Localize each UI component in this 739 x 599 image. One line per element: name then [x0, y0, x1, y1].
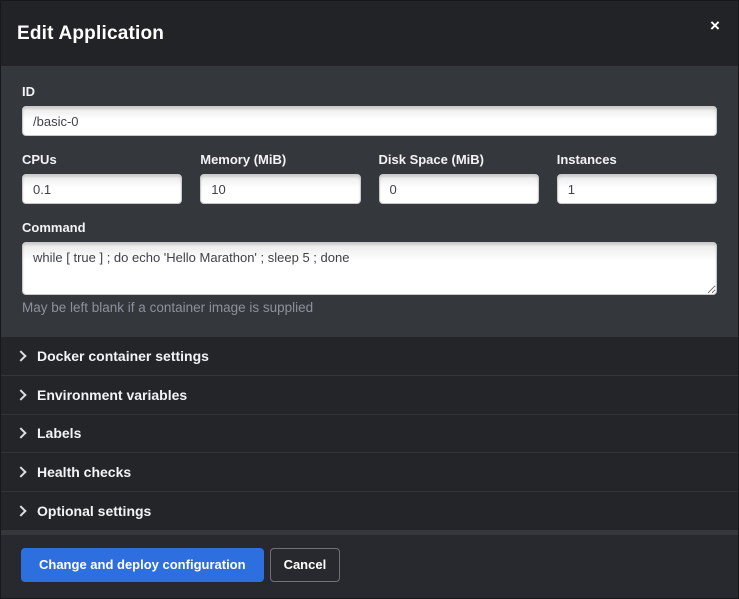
command-field-group: Command while [ true ] ; do echo 'Hello …: [22, 219, 717, 315]
command-textarea[interactable]: while [ true ] ; do echo 'Hello Marathon…: [22, 242, 717, 295]
section-label: Docker container settings: [37, 348, 209, 364]
chevron-right-icon: [15, 505, 26, 516]
cpus-field-group: CPUs: [22, 151, 182, 204]
chevron-right-icon: [15, 428, 26, 439]
section-health-checks[interactable]: Health checks: [1, 452, 738, 491]
application-form: ID CPUs Memory (MiB) Disk Space (MiB) In…: [1, 66, 738, 337]
command-help-text: May be left blank if a container image i…: [22, 300, 717, 315]
memory-input[interactable]: [200, 174, 360, 204]
instances-field-group: Instances: [557, 151, 717, 204]
cpus-input[interactable]: [22, 174, 182, 204]
instances-input[interactable]: [557, 174, 717, 204]
disk-field-group: Disk Space (MiB): [379, 151, 539, 204]
section-environment-variables[interactable]: Environment variables: [1, 375, 738, 414]
section-label: Optional settings: [37, 503, 151, 519]
command-label: Command: [22, 219, 717, 236]
disk-input[interactable]: [379, 174, 539, 204]
chevron-right-icon: [15, 467, 26, 478]
section-label: Labels: [37, 425, 81, 441]
cancel-button[interactable]: Cancel: [270, 548, 341, 582]
edit-application-modal: Edit Application × ID CPUs Memory (MiB) …: [0, 0, 739, 599]
modal-title: Edit Application: [17, 23, 164, 45]
change-and-deploy-button[interactable]: Change and deploy configuration: [21, 548, 264, 582]
instances-label: Instances: [557, 151, 717, 168]
cpus-label: CPUs: [22, 151, 182, 168]
section-labels[interactable]: Labels: [1, 414, 738, 453]
id-field-group: ID: [22, 83, 717, 136]
id-label: ID: [22, 83, 717, 100]
memory-field-group: Memory (MiB): [200, 151, 360, 204]
resource-fields-row: CPUs Memory (MiB) Disk Space (MiB) Insta…: [22, 151, 717, 204]
chevron-right-icon: [15, 389, 26, 400]
section-docker-container-settings[interactable]: Docker container settings: [1, 337, 738, 375]
disk-label: Disk Space (MiB): [379, 151, 539, 168]
modal-header: Edit Application ×: [1, 1, 738, 66]
section-label: Environment variables: [37, 387, 187, 403]
section-optional-settings[interactable]: Optional settings: [1, 491, 738, 530]
close-icon[interactable]: ×: [704, 15, 726, 37]
modal-footer: Change and deploy configuration Cancel: [1, 535, 738, 598]
chevron-right-icon: [15, 350, 26, 361]
settings-accordion: Docker container settings Environment va…: [1, 337, 738, 530]
memory-label: Memory (MiB): [200, 151, 360, 168]
id-input[interactable]: [22, 106, 717, 136]
section-label: Health checks: [37, 464, 131, 480]
